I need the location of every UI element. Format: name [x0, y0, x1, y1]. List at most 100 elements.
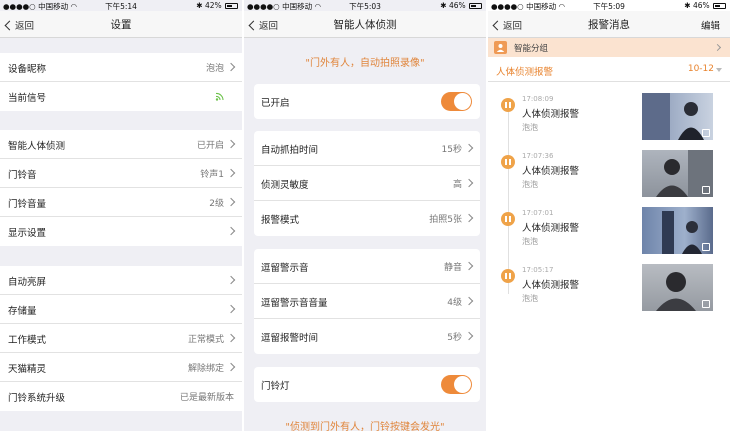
event-time: 17:07:36 — [522, 152, 554, 160]
edit-button[interactable]: 编辑 — [701, 18, 720, 32]
chevron-right-icon — [226, 168, 236, 178]
battery-percent: 42% — [204, 1, 222, 10]
status-right: ✱ 46% — [684, 1, 726, 10]
settings-row-work-mode[interactable]: 工作模式 正常模式 — [0, 324, 242, 353]
capture-card: 自动抓拍时间 15秒 侦测灵敏度 高 报警模式 拍照5张 — [254, 131, 480, 236]
battery-icon — [713, 3, 726, 9]
row-label: 已开启 — [261, 98, 290, 109]
bluetooth-icon: ✱ — [440, 1, 447, 10]
event-thumbnail[interactable] — [642, 150, 713, 197]
linger-sound-row[interactable]: 逗留警示音 静音 — [254, 249, 480, 284]
row-value: 高 — [452, 180, 462, 190]
linger-card: 逗留警示音 静音 逗留警示音音量 4级 逗留报警时间 5秒 — [254, 249, 480, 354]
row-value: 泡泡 — [205, 64, 224, 74]
row-value: 解除绑定 — [187, 364, 224, 374]
row-label: 智能人体侦测 — [8, 141, 66, 152]
chevron-right-icon — [226, 62, 236, 72]
row-value: 拍照5张 — [429, 215, 462, 225]
settings-row-ringtone[interactable]: 门铃音 铃声1 — [0, 159, 242, 188]
row-label: 自动亮屏 — [8, 277, 47, 288]
bluetooth-icon: ✱ — [196, 1, 203, 10]
filter-bar: 人体侦测报警 10-12 — [488, 57, 730, 82]
alarm-event[interactable]: 17:05:17 人体侦测报警 泡泡 — [488, 264, 730, 324]
row-label: 门铃灯 — [261, 381, 290, 392]
alarm-dot-icon — [501, 98, 515, 112]
enabled-row: 已开启 — [254, 84, 480, 119]
battery-percent: 46% — [692, 1, 710, 10]
alarm-event[interactable]: 17:08:09 人体侦测报警 泡泡 — [488, 93, 730, 153]
event-title: 人体侦测报警 — [522, 223, 580, 234]
status-bar: ●●●●○ 中国移动 ◠ 下午5:03 ✱ 46% — [244, 0, 486, 11]
alarm-dot-icon — [501, 269, 515, 283]
settings-group-device: 设备昵称 泡泡 当前信号 — [0, 53, 242, 111]
chevron-right-icon — [464, 213, 474, 223]
capture-time-row[interactable]: 自动抓拍时间 15秒 — [254, 131, 480, 166]
row-value: 已开启 — [196, 141, 224, 151]
battery-icon — [225, 3, 238, 9]
battery-icon — [469, 3, 482, 9]
page-title: 设置 — [110, 19, 132, 31]
smart-group-banner[interactable]: 智能分组 — [488, 38, 730, 57]
video-icon — [702, 129, 710, 137]
row-label: 存储量 — [8, 306, 37, 317]
date-filter[interactable]: 10-12 — [688, 64, 714, 74]
row-label: 报警模式 — [261, 215, 300, 226]
linger-time-row[interactable]: 逗留报警时间 5秒 — [254, 319, 480, 354]
row-value: 4级 — [447, 298, 462, 308]
status-right: ✱ 42% — [196, 1, 238, 10]
alarm-type-filter[interactable]: 人体侦测报警 — [496, 64, 553, 78]
row-value: 正常模式 — [187, 335, 224, 345]
settings-row-firmware[interactable]: 门铃系统升级 已是最新版本 — [0, 382, 242, 411]
toggle-knob — [454, 376, 471, 393]
settings-row-auto-wake[interactable]: 自动亮屏 — [0, 266, 242, 295]
sensitivity-row[interactable]: 侦测灵敏度 高 — [254, 166, 480, 201]
alarm-mode-row[interactable]: 报警模式 拍照5张 — [254, 201, 480, 236]
settings-row-nickname[interactable]: 设备昵称 泡泡 — [0, 53, 242, 82]
row-value: 5秒 — [447, 333, 462, 343]
event-device: 泡泡 — [522, 180, 538, 189]
row-value: 已是最新版本 — [179, 393, 234, 403]
human-detection-screen: ●●●●○ 中国移动 ◠ 下午5:03 ✱ 46% 返回 智能人体侦测 "门外有… — [244, 0, 486, 431]
chevron-right-icon — [226, 275, 236, 285]
row-label: 当前信号 — [8, 93, 47, 104]
event-title: 人体侦测报警 — [522, 166, 580, 177]
settings-row-volume[interactable]: 门铃音量 2级 — [0, 188, 242, 217]
event-thumbnail[interactable] — [642, 93, 713, 140]
row-label: 逗留报警时间 — [261, 333, 319, 344]
alarm-dot-icon — [501, 155, 515, 169]
video-icon — [702, 243, 710, 251]
event-thumbnail[interactable] — [642, 264, 713, 311]
event-time: 17:07:01 — [522, 209, 554, 217]
status-bar: ●●●●○ 中国移动 ◠ 下午5:09 ✱ 46% — [488, 0, 730, 11]
alarm-messages-screen: ●●●●○ 中国移动 ◠ 下午5:09 ✱ 46% 返回 报警消息 编辑 智能分… — [488, 0, 730, 431]
nav-bar: 返回 智能人体侦测 — [244, 11, 486, 38]
event-title: 人体侦测报警 — [522, 280, 580, 291]
event-device: 泡泡 — [522, 237, 538, 246]
row-label: 天猫精灵 — [8, 364, 47, 375]
settings-row-storage[interactable]: 存储量 — [0, 295, 242, 324]
settings-row-tmall-genie[interactable]: 天猫精灵 解除绑定 — [0, 353, 242, 382]
alarm-event[interactable]: 17:07:01 人体侦测报警 泡泡 — [488, 207, 730, 267]
toggle-knob — [454, 93, 471, 110]
chevron-right-icon — [226, 362, 236, 372]
chevron-right-icon — [464, 261, 474, 271]
chevron-right-icon — [713, 43, 722, 52]
row-label: 门铃系统升级 — [8, 393, 66, 404]
chevron-right-icon — [226, 226, 236, 236]
battery-percent: 46% — [448, 1, 466, 10]
video-icon — [702, 300, 710, 308]
doorbell-light-row: 门铃灯 — [254, 367, 480, 402]
enabled-toggle[interactable] — [441, 92, 472, 111]
linger-volume-row[interactable]: 逗留警示音音量 4级 — [254, 284, 480, 319]
doorbell-light-toggle[interactable] — [441, 375, 472, 394]
settings-row-display[interactable]: 显示设置 — [0, 217, 242, 246]
row-value: 15秒 — [441, 145, 462, 155]
page-title: 智能人体侦测 — [333, 19, 397, 31]
caret-down-icon[interactable] — [716, 68, 722, 72]
settings-row-human-detection[interactable]: 智能人体侦测 已开启 — [0, 130, 242, 159]
event-thumbnail[interactable] — [642, 207, 713, 254]
bluetooth-icon: ✱ — [684, 1, 691, 10]
settings-row-signal: 当前信号 — [0, 82, 242, 111]
alarm-event[interactable]: 17:07:36 人体侦测报警 泡泡 — [488, 150, 730, 210]
settings-group-features: 智能人体侦测 已开启 门铃音 铃声1 门铃音量 2级 显示设置 — [0, 130, 242, 246]
